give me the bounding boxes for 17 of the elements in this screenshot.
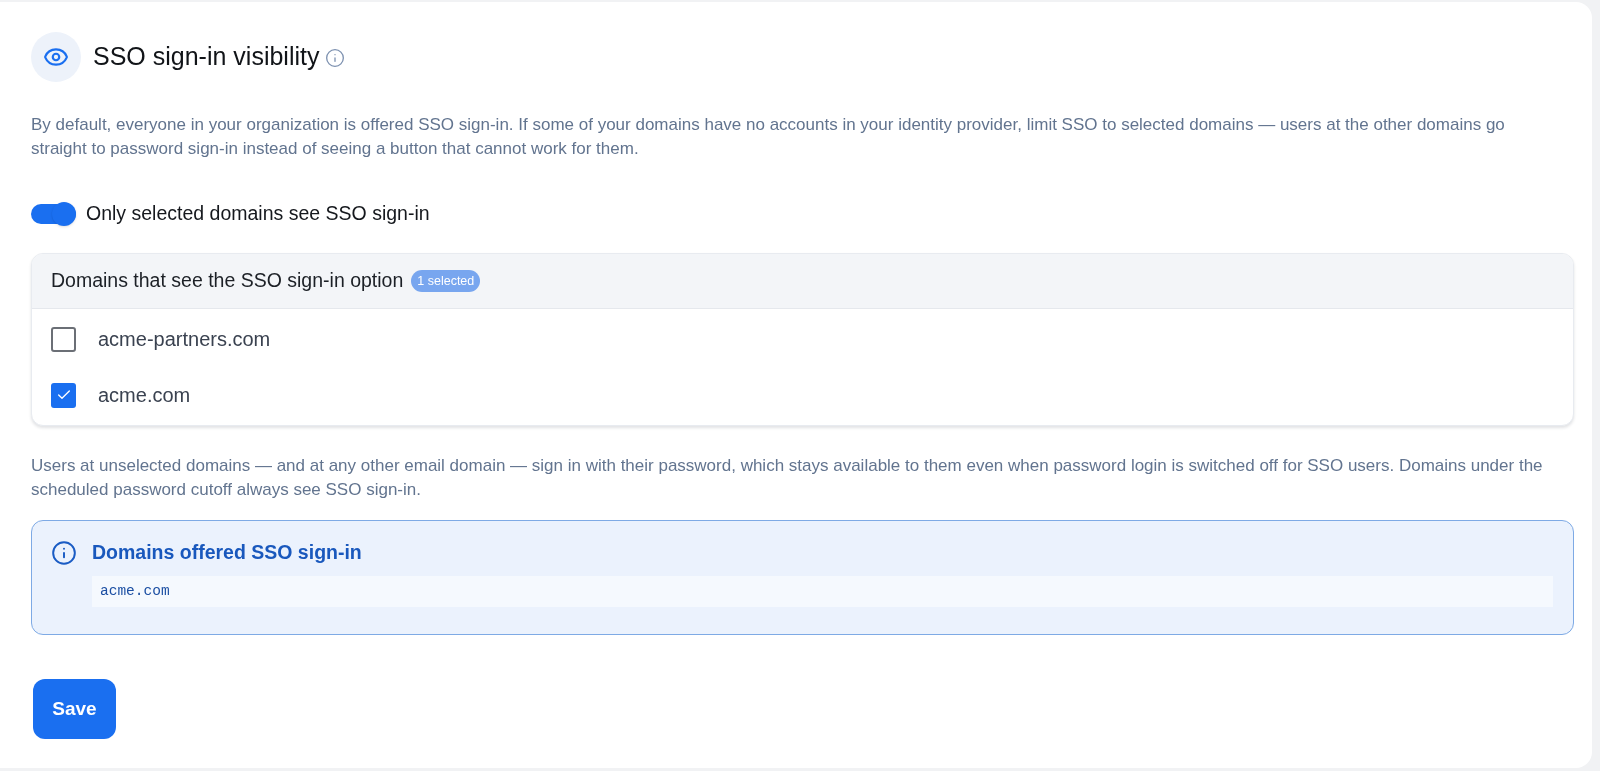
note-text: Users at unselected domains — and at any other email domain — sign in with their password, which stays available to them even when password login is switched off for SSO users. Domains under the scheduled password cutoff always see SSO sign-in.: [31, 455, 1544, 501]
toggle-switch[interactable]: [31, 204, 76, 224]
selected-count-badge: 1 selected: [411, 270, 481, 292]
info-icon: [51, 540, 77, 566]
domain-label[interactable]: acme.com: [98, 380, 191, 410]
panel-title: Domains that see the SSO sign-in option: [51, 268, 404, 294]
eye-icon: [31, 32, 81, 82]
code-text: acme.com: [100, 581, 170, 601]
save-button[interactable]: Save: [33, 679, 116, 739]
description-text: By default, everyone in your organization is offered SSO sign-in. If some of your domains have no accounts in your identity provider, limit SSO to selected domains — users at the other domains go straight to password sign-in instead of seeing a button that cannot work for them.: [31, 114, 1506, 160]
info-icon[interactable]: [325, 48, 346, 68]
domain-label[interactable]: acme-partners.com: [98, 324, 271, 354]
section-title: SSO sign-in visibility: [93, 41, 320, 73]
toggle-label[interactable]: Only selected domains see SSO sign-in: [86, 199, 430, 229]
checkbox[interactable]: [51, 326, 76, 352]
info-title: Domains offered SSO sign-in: [92, 540, 362, 566]
checkbox[interactable]: [51, 382, 76, 408]
